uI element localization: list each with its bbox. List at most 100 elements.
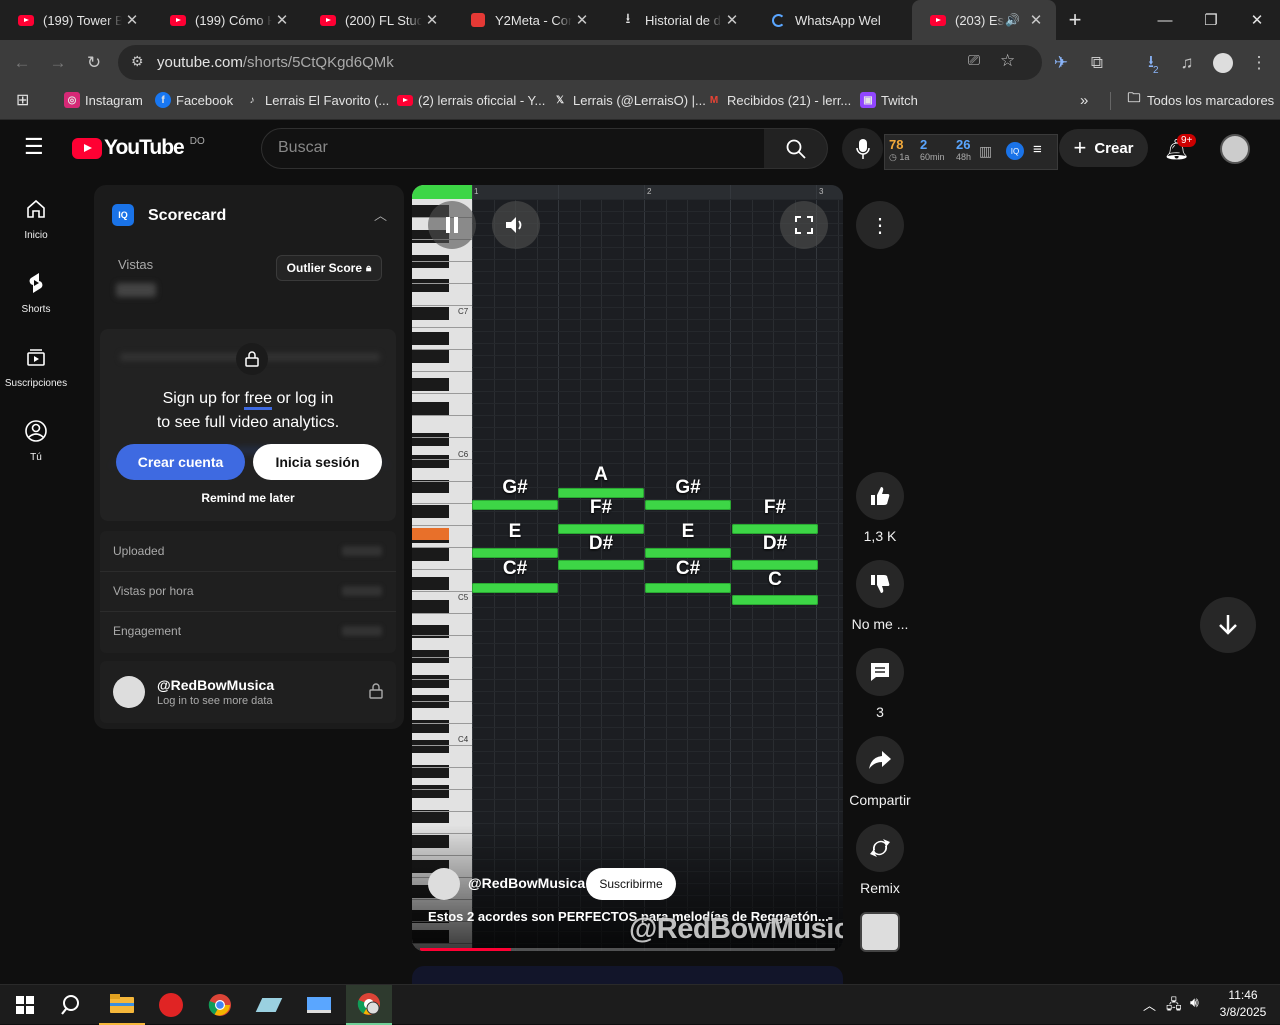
profile-avatar[interactable] [1208,48,1238,78]
minimize-button[interactable]: — [1142,0,1188,40]
rail-you[interactable]: Tú [0,416,72,463]
vidiq-stats-widget[interactable]: 78 ◷ 1a 2 60min 26 48h ▥ IQ ≡ [884,134,1058,170]
subscribe-button[interactable]: Suscribirme [586,868,676,900]
rail-shorts[interactable]: Shorts [0,268,72,315]
search-button[interactable] [764,128,828,169]
channel-row[interactable]: @RedBowMusica Log in to see more data [100,661,396,723]
more-bookmarks-icon[interactable]: » [1080,86,1088,114]
close-tab-icon[interactable]: ✕ [422,11,442,29]
close-tab-icon[interactable]: ✕ [572,11,592,29]
shorts-video-player[interactable]: C7 C6 C5 C4 1 2 3 G# A G# F# F# E E D# D# C# C# C @Red… [412,185,843,951]
sound-thumbnail[interactable] [860,912,900,952]
outlier-score-button[interactable]: Outlier Score 🔒︎ [276,255,382,281]
volume-button[interactable] [492,201,540,249]
browser-tab[interactable]: (199) Tower Be ✕ [0,0,152,40]
extension-icon[interactable]: ✈ [1046,48,1076,78]
restore-button[interactable]: ❐ [1188,0,1234,40]
menu-lines-icon[interactable]: ≡ [1033,141,1042,158]
dislike-button[interactable]: No me ... [848,560,912,632]
fullscreen-button[interactable] [780,201,828,249]
search-input[interactable]: Buscar [261,128,765,169]
browser-tab[interactable]: WhatsApp Wel [752,0,910,40]
browser-tab[interactable]: (199) Cómo Ha ✕ [152,0,302,40]
create-button[interactable]: + Crear [1059,129,1148,167]
bookmark-x[interactable]: 𝕏 Lerrais (@LerraisO) |... [552,86,706,114]
comments-button[interactable]: 3 [848,648,912,720]
account-avatar[interactable] [1220,134,1250,164]
app-red-icon[interactable] [148,985,194,1025]
windows-start-icon[interactable] [2,985,48,1025]
metric-views-per-hour: Vistas por hora [100,571,396,611]
active-piano-key [412,528,449,540]
video-channel-name[interactable]: @RedBowMusica [468,875,585,891]
forward-button[interactable]: → [43,48,73,78]
midi-note [472,583,558,593]
channel-avatar[interactable] [428,868,460,900]
share-button[interactable]: Compartir [848,736,912,808]
browser-tab[interactable]: (200) FL Studio ✕ [302,0,452,40]
close-tab-icon[interactable]: ✕ [1026,11,1046,29]
audio-playing-icon[interactable]: 🔊 [1005,13,1020,27]
more-options-button[interactable]: ⋮ [856,201,904,249]
bookmark-tiktok[interactable]: ♪ Lerrais El Favorito (... [244,86,390,114]
close-tab-icon[interactable]: ✕ [122,11,142,29]
bookmark-twitch[interactable]: ▣ Twitch [860,86,918,114]
all-bookmarks-folder[interactable]: 🗀 Todos los marcadores [1126,86,1274,114]
video-progress-bar[interactable] [420,948,835,951]
close-tab-icon[interactable]: ✕ [722,11,742,29]
note-label: D# [588,533,614,554]
voice-search-button[interactable] [842,128,883,169]
taskbar-search-icon[interactable] [49,985,95,1025]
close-tab-icon[interactable]: ✕ [272,11,292,29]
create-account-button[interactable]: Crear cuenta [116,444,245,480]
remind-later-link[interactable]: Remind me later [100,491,396,505]
collapse-chevron-icon[interactable]: ︿ [374,205,387,224]
reload-button[interactable]: ↻ [79,48,109,78]
chrome-icon[interactable] [197,985,243,1025]
bookmark-instagram[interactable]: ◎ Instagram [64,86,143,114]
apps-grid-icon[interactable]: ⊞ [16,86,29,114]
file-explorer-icon[interactable] [99,985,145,1025]
url-text[interactable]: youtube.com/shorts/5CtQKgd6QMk [157,54,394,71]
browser-tab[interactable]: Y2Meta - Conv ✕ [452,0,602,40]
vidiq-icon[interactable]: IQ [1006,142,1024,160]
like-button[interactable]: 1,3 K [848,472,912,544]
remix-button[interactable]: Remix [848,824,912,896]
new-tab-button[interactable]: + [1052,0,1098,40]
downloads-icon[interactable]: ⭳ 2 [1136,48,1166,78]
rail-home[interactable]: Inicio [0,194,72,241]
network-icon[interactable]: 🖧 [1166,994,1182,1018]
bookmark-youtube[interactable]: (2) lerrais oficcial - Y... [397,86,545,114]
login-button[interactable]: Inicia sesión [253,444,382,480]
browser-tab-active[interactable]: (203) Estos 🔊 ✕ [912,0,1056,40]
media-control-icon[interactable]: ♫ [1172,48,1202,78]
back-button[interactable]: ← [7,48,37,78]
youtube-logo[interactable]: YouTube DO [72,136,205,160]
bookmark-gmail[interactable]: M Recibidos (21) - lerr... [706,86,851,114]
app-pen-icon[interactable] [246,985,292,1025]
pause-button[interactable] [428,201,476,249]
rail-subscriptions[interactable]: Suscripciones [0,342,72,389]
bar-chart-icon[interactable]: ▥ [979,143,992,160]
browser-menu-icon[interactable]: ⋮ [1244,48,1274,78]
extensions-puzzle-icon[interactable]: ⧉ [1082,48,1112,78]
install-app-icon[interactable]: ⎚ [968,52,980,69]
chrome-active-icon[interactable] [346,985,392,1025]
address-bar[interactable]: ⚙ youtube.com/shorts/5CtQKgd6QMk ⎚ ☆ [118,45,1042,80]
next-video-button[interactable] [1200,597,1256,653]
clock[interactable]: 11:46 3/8/2025 [1212,987,1274,1021]
channel-sub: Log in to see more data [157,695,273,707]
tray-chevron-icon[interactable]: ︿ [1143,995,1156,1014]
site-info-icon[interactable]: ⚙ [131,53,144,70]
browser-tab[interactable]: ⭳ Historial de de ✕ [602,0,752,40]
note-label: F# [589,497,613,518]
close-window-button[interactable]: ✕ [1234,0,1280,40]
app-laptop-icon[interactable] [296,985,342,1025]
next-short-preview[interactable] [412,966,843,984]
note-label: F# [763,497,787,518]
hamburger-menu-icon[interactable]: ☰ [24,136,44,158]
volume-tray-icon[interactable]: 🔊︎ [1190,994,1199,1011]
bookmark-facebook[interactable]: f Facebook [155,86,233,114]
bookmark-star-icon[interactable]: ☆ [1000,51,1015,71]
stat-48h: 26 48h [956,137,972,162]
